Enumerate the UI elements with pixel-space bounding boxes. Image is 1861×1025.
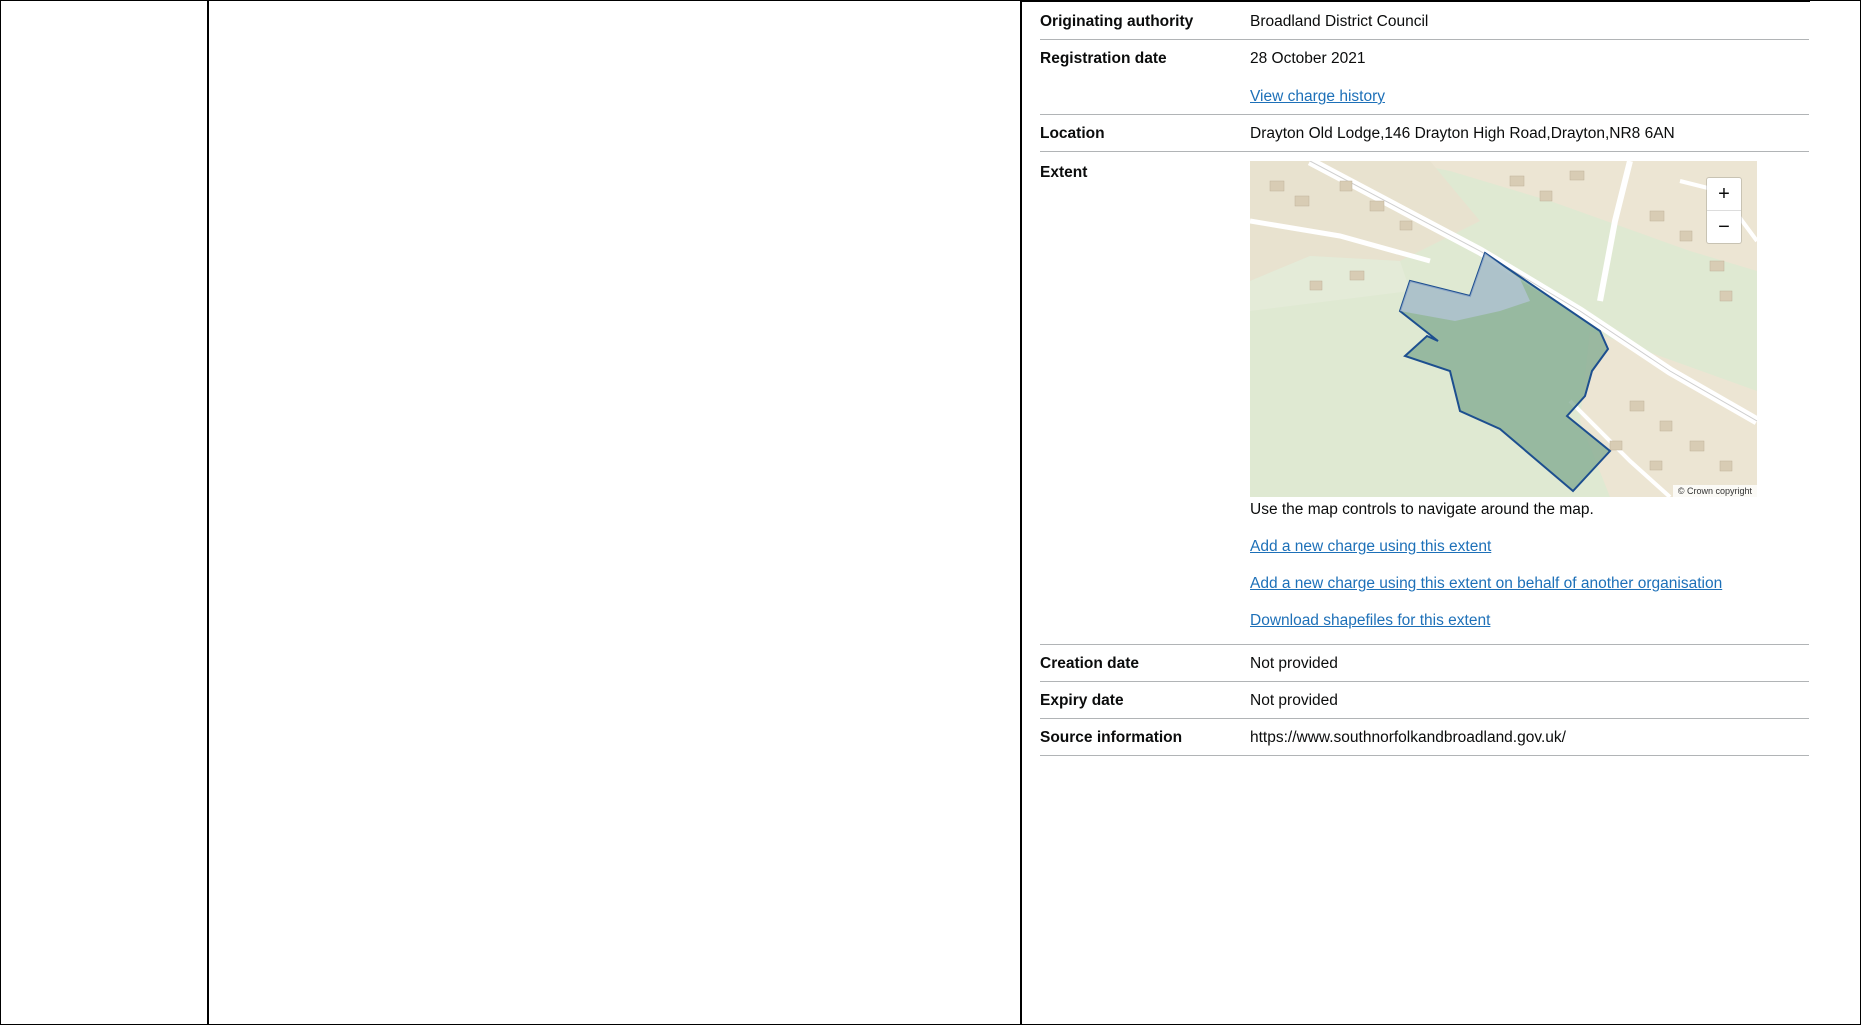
top-border: [1020, 0, 1810, 2]
row-extent: Extent + − © Crown copyright Use the map…: [1040, 152, 1809, 645]
extent-key: Extent: [1040, 164, 1088, 181]
creation-date-value: Not provided: [1250, 655, 1338, 672]
map-help-text: Use the map controls to navigate around …: [1250, 501, 1594, 518]
expiry-date-value: Not provided: [1250, 692, 1338, 709]
view-charge-history-link[interactable]: View charge history: [1250, 88, 1385, 106]
download-shapefiles-link[interactable]: Download shapefiles for this extent: [1250, 612, 1809, 630]
map-zoom-controls: + −: [1707, 178, 1741, 243]
column-divider-right: [1020, 0, 1022, 1025]
registration-date-value: 28 October 2021: [1250, 50, 1366, 67]
add-charge-link[interactable]: Add a new charge using this extent: [1250, 538, 1809, 556]
row-originating-authority: Originating authority Broadland District…: [1040, 3, 1809, 40]
zoom-out-button[interactable]: −: [1707, 210, 1741, 243]
row-location: Location Drayton Old Lodge,146 Drayton H…: [1040, 115, 1809, 152]
row-expiry-date: Expiry date Not provided: [1040, 682, 1809, 719]
map-basemap: [1250, 161, 1757, 497]
row-creation-date: Creation date Not provided: [1040, 645, 1809, 682]
source-information-key: Source information: [1040, 729, 1183, 746]
extent-map[interactable]: + − © Crown copyright: [1250, 161, 1757, 497]
location-value: Drayton Old Lodge,146 Drayton High Road,…: [1250, 125, 1675, 142]
creation-date-key: Creation date: [1040, 655, 1140, 672]
zoom-in-button[interactable]: +: [1707, 178, 1741, 210]
add-charge-other-org-link[interactable]: Add a new charge using this extent on be…: [1250, 575, 1809, 593]
charge-summary-list: Originating authority Broadland District…: [1040, 3, 1809, 756]
originating-authority-value: Broadland District Council: [1250, 13, 1429, 30]
location-key: Location: [1040, 125, 1105, 142]
column-divider-left: [207, 0, 209, 1025]
row-source-information: Source information https://www.southnorf…: [1040, 719, 1809, 756]
map-attribution: © Crown copyright: [1672, 485, 1757, 497]
row-registration-date: Registration date 28 October 2021 View c…: [1040, 40, 1809, 115]
expiry-date-key: Expiry date: [1040, 692, 1124, 709]
source-information-value: https://www.southnorfolkandbroadland.gov…: [1250, 729, 1566, 746]
registration-date-key: Registration date: [1040, 50, 1167, 67]
originating-authority-key: Originating authority: [1040, 13, 1194, 30]
